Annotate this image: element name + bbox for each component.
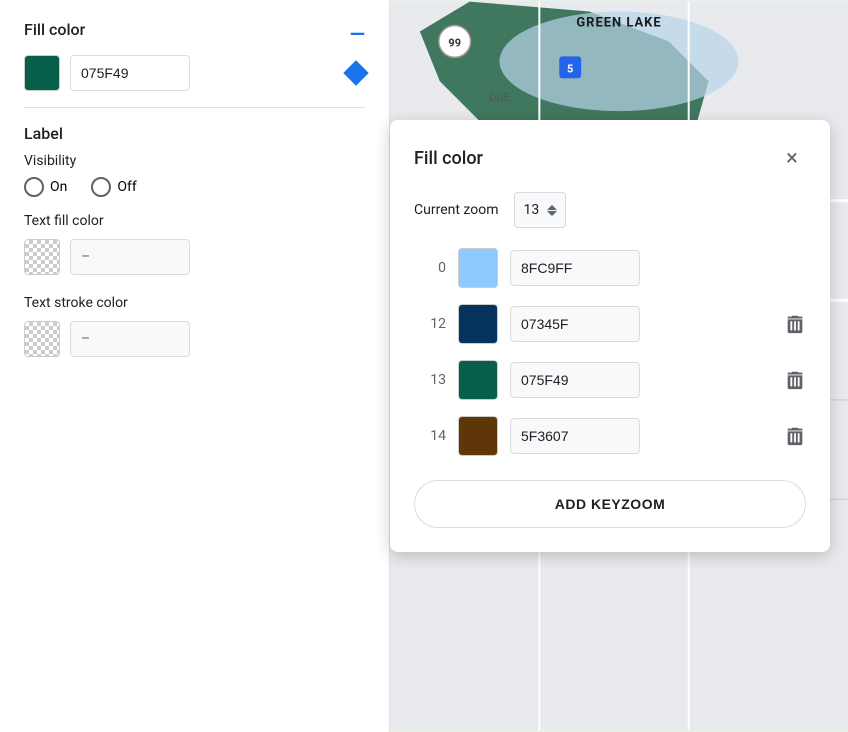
add-keyzoom-button[interactable]: ADD KEYZOOM [414,480,806,528]
delete-color-button[interactable] [784,369,806,391]
popup-color-input[interactable] [510,418,640,454]
label-title: Label [24,124,365,143]
delete-color-button[interactable] [784,425,806,447]
left-panel: Fill color — Label Visibility On Off Tex… [0,0,390,732]
zoom-value: 13 [523,202,539,218]
text-stroke-color-swatch[interactable] [24,321,60,357]
arrow-up-icon[interactable] [547,205,557,210]
divider-1 [24,107,365,108]
fill-color-section: Fill color — [24,20,365,47]
color-rows-container: 0 12 13 14 [414,248,806,456]
popup-color-swatch[interactable] [458,304,498,344]
current-zoom-label: Current zoom [414,202,498,218]
diamond-icon[interactable] [343,60,368,85]
fill-color-swatch[interactable] [24,55,60,91]
color-row: 12 [414,304,806,344]
text-fill-color-input[interactable]: – [70,239,190,275]
stepper-arrows[interactable] [547,205,557,216]
color-row-zoom: 12 [414,316,446,332]
fill-color-popup: Fill color × Current zoom 13 0 12 13 14 A… [390,120,830,552]
svg-text:5: 5 [567,62,573,75]
off-label: Off [117,179,136,195]
text-fill-color-label: Text fill color [24,213,365,229]
popup-color-input[interactable] [510,306,640,342]
text-stroke-color-label: Text stroke color [24,295,365,311]
svg-text:GREEN LAKE: GREEN LAKE [576,15,661,30]
collapse-icon[interactable]: — [350,24,365,44]
svg-text:DGE: DGE [489,91,510,104]
color-row: 13 [414,360,806,400]
visibility-label: Visibility [24,153,76,169]
popup-color-swatch[interactable] [458,360,498,400]
arrow-down-icon[interactable] [547,211,557,216]
fill-color-input[interactable] [70,55,190,91]
on-label: On [50,179,67,195]
text-fill-color-row: – [24,239,365,275]
popup-header: Fill color × [414,144,806,172]
fill-color-row [24,55,365,91]
popup-title: Fill color [414,148,483,169]
text-stroke-color-row: – [24,321,365,357]
visibility-row: On Off [24,177,365,197]
color-row-zoom: 14 [414,428,446,444]
text-fill-color-swatch[interactable] [24,239,60,275]
text-stroke-color-input[interactable]: – [70,321,190,357]
radio-on[interactable] [24,177,44,197]
delete-color-button[interactable] [784,313,806,335]
color-row: 14 [414,416,806,456]
popup-color-input[interactable] [510,362,640,398]
radio-on-label[interactable]: On [24,177,67,197]
zoom-row: Current zoom 13 [414,192,806,228]
label-section: Label Visibility On Off Text fill color … [24,124,365,357]
radio-off[interactable] [91,177,111,197]
popup-color-input[interactable] [510,250,640,286]
popup-color-swatch[interactable] [458,248,498,288]
svg-text:99: 99 [448,36,461,49]
color-row-zoom: 0 [414,260,446,276]
popup-color-swatch[interactable] [458,416,498,456]
color-row: 0 [414,248,806,288]
zoom-stepper[interactable]: 13 [514,192,566,228]
color-row-zoom: 13 [414,372,446,388]
close-button[interactable]: × [778,144,806,172]
radio-off-label[interactable]: Off [91,177,136,197]
fill-color-title: Fill color [24,20,85,39]
